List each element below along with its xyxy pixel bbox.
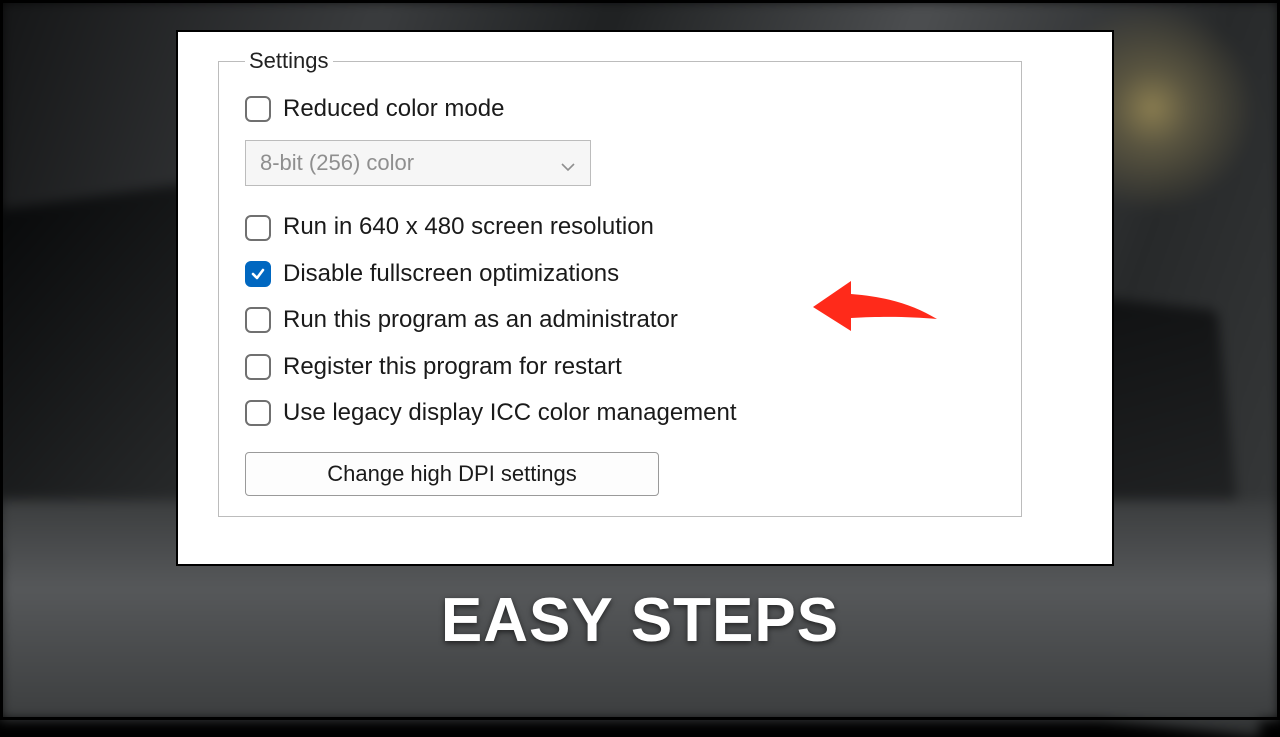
row-legacy-icc: Use legacy display ICC color management [245, 400, 995, 426]
row-run-as-admin: Run this program as an administrator [245, 307, 995, 333]
color-mode-value: 8-bit (256) color [260, 150, 414, 176]
settings-fieldset: Settings Reduced color mode 8-bit (256) … [218, 48, 1022, 517]
label-run-as-admin: Run this program as an administrator [283, 307, 678, 333]
caption-text: EASY STEPS [0, 585, 1280, 656]
checkbox-disable-fullscreen-opt[interactable] [245, 261, 271, 287]
row-run-640x480: Run in 640 x 480 screen resolution [245, 214, 995, 240]
label-disable-fullscreen-opt: Disable fullscreen optimizations [283, 261, 619, 287]
row-disable-fullscreen-opt: Disable fullscreen optimizations [245, 261, 995, 287]
checkbox-run-640x480[interactable] [245, 215, 271, 241]
settings-legend: Settings [245, 48, 333, 74]
label-legacy-icc: Use legacy display ICC color management [283, 400, 737, 426]
label-reduced-color-mode: Reduced color mode [283, 96, 504, 122]
checkbox-reduced-color-mode[interactable] [245, 96, 271, 122]
color-mode-dropdown: 8-bit (256) color [245, 140, 591, 186]
chevron-down-icon [560, 155, 576, 171]
change-dpi-label: Change high DPI settings [327, 461, 577, 487]
checkbox-register-for-restart[interactable] [245, 354, 271, 380]
compatibility-settings-dialog: Settings Reduced color mode 8-bit (256) … [176, 30, 1114, 566]
checkbox-run-as-admin[interactable] [245, 307, 271, 333]
change-dpi-button[interactable]: Change high DPI settings [245, 452, 659, 496]
row-register-for-restart: Register this program for restart [245, 354, 995, 380]
row-reduced-color-mode: Reduced color mode [245, 96, 995, 122]
checkbox-legacy-icc[interactable] [245, 400, 271, 426]
label-run-640x480: Run in 640 x 480 screen resolution [283, 214, 654, 240]
label-register-for-restart: Register this program for restart [283, 354, 622, 380]
